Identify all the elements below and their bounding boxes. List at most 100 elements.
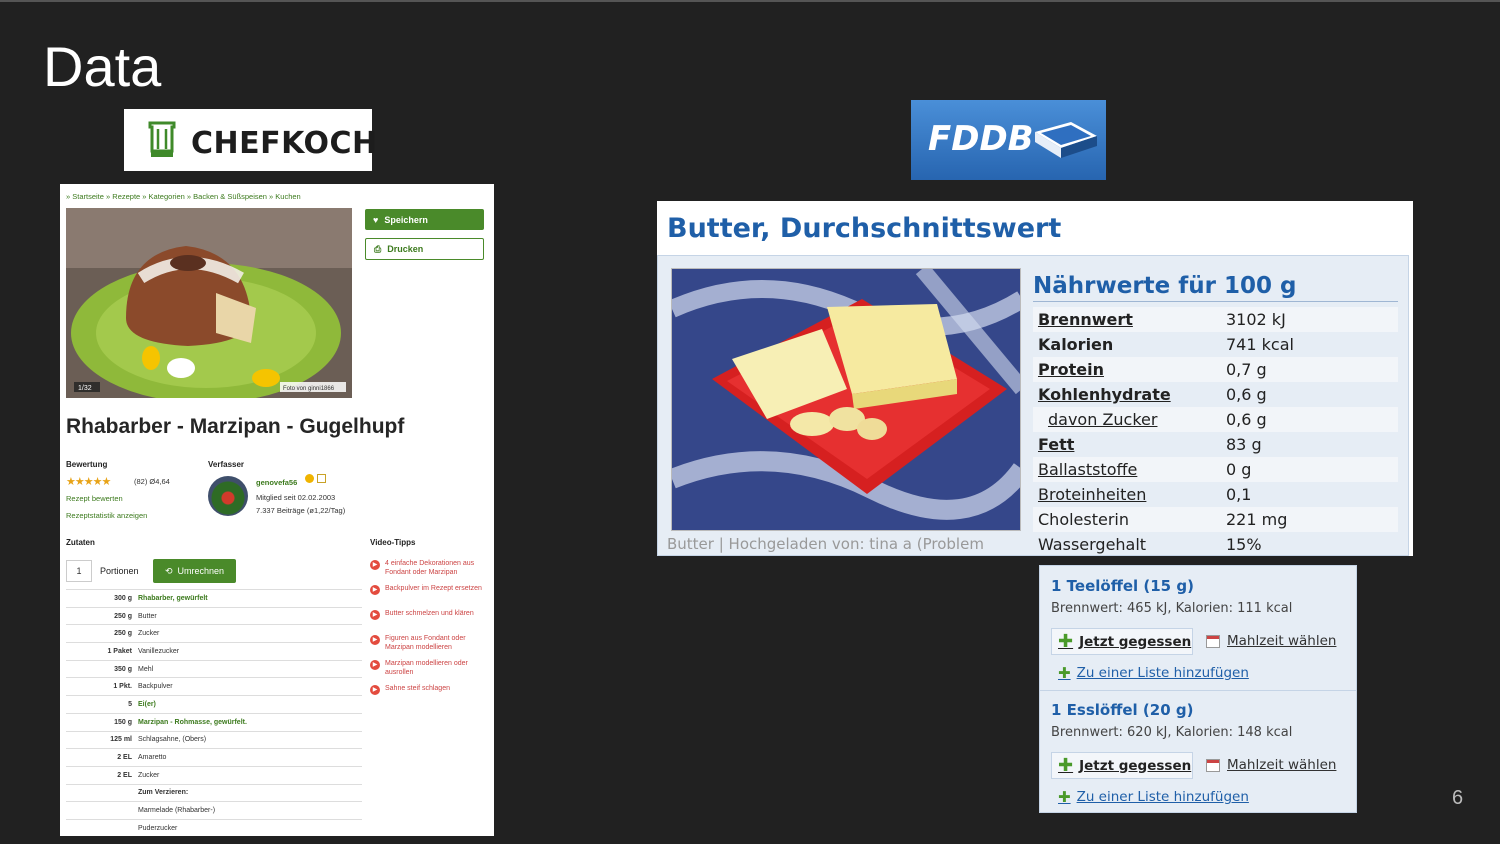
ingredient-name: Zum Verzieren: [138, 783, 362, 802]
photo-caption: Butter | Hochgeladen von: tina a (Proble… [667, 535, 984, 553]
nutrient-row: davon Zucker 0,6 g [1033, 407, 1398, 432]
nutrient-name: Kalorien [1038, 335, 1114, 354]
add-to-list-label: Zu einer Liste hinzufügen [1076, 665, 1249, 681]
video-tip-item[interactable]: ▶ Sahne steif schlagen [370, 684, 494, 709]
play-icon: ▶ [370, 635, 380, 645]
nutrient-row: Broteinheiten 0,1 [1033, 482, 1398, 507]
add-to-list-link[interactable]: ✚ Zu einer Liste hinzufügen [1058, 664, 1249, 682]
recipe-photo[interactable]: 1/32 Foto von ginni1866 [66, 208, 352, 398]
breadcrumb[interactable]: » Startseite » Rezepte » Kategorien » Ba… [66, 192, 301, 201]
fddb-logo-text: FDDB [928, 119, 1034, 159]
video-tip-label: Backpulver im Rezept ersetzen [385, 585, 482, 592]
rate-recipe-link[interactable]: Rezept bewerten [66, 494, 123, 503]
portions-input[interactable]: 1 [66, 560, 92, 582]
avatar[interactable] [208, 476, 248, 516]
ingredient-amount [66, 818, 138, 836]
nutrient-name[interactable]: Kohlenhydrate [1033, 385, 1226, 404]
nutrient-name[interactable]: Broteinheiten [1033, 485, 1226, 504]
video-tip-item[interactable]: ▶ 4 einfache Dekorationen aus Fondant ode… [370, 559, 494, 584]
nutrient-row: Ballaststoffe 0 g [1033, 457, 1398, 482]
calendar-icon [1206, 634, 1220, 648]
table-row: 250 g Zucker [66, 624, 362, 643]
recipe-stats-link[interactable]: Rezeptstatistik anzeigen [66, 511, 147, 520]
portion-divider [1040, 690, 1356, 691]
add-to-list-link[interactable]: ✚ Zu einer Liste hinzufügen [1058, 788, 1249, 806]
nutrient-name[interactable]: Ballaststoffe [1033, 460, 1226, 479]
video-tip-label: Figuren aus Fondant oder Marzipan modell… [385, 635, 466, 651]
ingredient-amount: 150 g [66, 712, 138, 731]
nutrient-name[interactable]: Fett [1033, 435, 1226, 454]
video-tip-item[interactable]: ▶ Figuren aus Fondant oder Marzipan model… [370, 634, 494, 659]
rating-text: (82) Ø4,64 [134, 477, 170, 486]
convert-button[interactable]: ⟲ Umrechnen [153, 559, 236, 583]
ingredient-name[interactable]: Marzipan - Rohmasse, gewürfelt. [138, 712, 362, 731]
ingredient-amount: 5 [66, 695, 138, 714]
nutrition-table: Brennwert 3102 kJ Kalorien 741 kcal Protein 0… [1033, 307, 1398, 556]
portion-values: Brennwert: 620 kJ, Kalorien: 148 kcal [1051, 725, 1293, 740]
slide-number: 6 [1452, 787, 1464, 809]
nutrient-name[interactable]: Brennwert [1033, 310, 1226, 329]
portions-label: Portionen [100, 566, 139, 576]
ingredient-name: Marmelade (Rhabarber-) [138, 801, 362, 820]
ingredient-amount: 300 g [66, 589, 138, 608]
nutrient-value: 3102 kJ [1226, 310, 1286, 329]
nutrient-row: Fett 83 g [1033, 432, 1398, 457]
author-label: Verfasser [208, 460, 245, 469]
nutrient-name: Cholesterin [1038, 510, 1130, 529]
ingredient-amount: 350 g [66, 659, 138, 678]
add-list-icon: ✚ [1058, 788, 1071, 806]
ingredient-name[interactable]: Ei(er) [138, 695, 362, 714]
ingredients-label: Zutaten [66, 538, 95, 547]
choose-meal-link[interactable]: Mahlzeit wählen [1206, 757, 1336, 773]
video-tip-item[interactable]: ▶ Marzipan modellieren oder ausrollen [370, 659, 494, 684]
slide-title: Data [43, 35, 162, 98]
ingredient-amount: 250 g [66, 606, 138, 625]
ingredient-amount: 2 EL [66, 748, 138, 767]
video-tip-item[interactable]: ▶ Backpulver im Rezept ersetzen [370, 584, 494, 609]
author-name[interactable]: genovefa56 [256, 478, 297, 487]
food-photo[interactable] [671, 268, 1021, 531]
photo-credit: Foto von ginni1866 [283, 386, 335, 392]
nutrient-name[interactable]: davon Zucker [1033, 410, 1226, 429]
table-row: 1 Pkt. Backpulver [66, 677, 362, 696]
rating-label: Bewertung [66, 460, 108, 469]
ingredient-name[interactable]: Rhabarber, gewürfelt [138, 589, 362, 608]
refresh-icon: ⟲ [164, 565, 173, 576]
video-tip-item[interactable]: ▶ Butter schmelzen und klären [370, 609, 494, 634]
table-row: Zum Verzieren: [66, 783, 362, 802]
eaten-now-label: Jetzt gegessen [1079, 757, 1192, 774]
save-button[interactable]: ♥ Speichern [365, 209, 484, 230]
choose-meal-label: Mahlzeit wählen [1227, 757, 1337, 773]
chefkoch-recipe-page: » Startseite » Rezepte » Kategorien » Ba… [60, 184, 494, 836]
print-button[interactable]: ⎙ Drucken [365, 238, 484, 260]
table-row: 1 Paket Vanillezucker [66, 642, 362, 661]
table-row: 350 g Mehl [66, 659, 362, 678]
table-row: 125 ml Schlagsahne, (Obers) [66, 730, 362, 749]
table-row: 2 EL Zucker [66, 765, 362, 785]
choose-meal-label: Mahlzeit wählen [1227, 633, 1337, 649]
post-count: 7.337 Beiträge (ø1,22/Tag) [256, 506, 346, 515]
ingredient-amount: 250 g [66, 624, 138, 643]
photo-counter: 1/32 [78, 385, 92, 392]
eaten-now-button[interactable]: ✚ Jetzt gegessen [1051, 628, 1193, 655]
eaten-now-button[interactable]: ✚ Jetzt gegessen [1051, 752, 1193, 779]
badge-icon [305, 474, 314, 483]
choose-meal-link[interactable]: Mahlzeit wählen [1206, 633, 1336, 649]
table-row: 300 g Rhabarber, gewürfelt [66, 589, 362, 608]
ingredient-name: Mehl [138, 659, 362, 678]
nutrient-value: 221 mg [1226, 510, 1288, 529]
nutrient-row: Cholesterin 221 mg [1033, 507, 1398, 532]
heart-icon: ♥ [373, 214, 379, 225]
video-tip-label: Marzipan modellieren oder ausrollen [385, 660, 468, 676]
plus-icon: ✚ [1058, 755, 1074, 776]
video-tip-label: 4 einfache Dekorationen aus Fondant oder… [385, 560, 475, 576]
video-tip-label: Butter schmelzen und klären [385, 610, 474, 617]
portion-heading: 1 Esslöffel (20 g) [1051, 701, 1194, 719]
table-row: Puderzucker [66, 818, 362, 836]
fddb-logo: FDDB [911, 100, 1106, 180]
fddb-food-page: Butter, Durchschnittswert Butter | Hochg… [657, 201, 1413, 556]
nutrient-row: Kohlenhydrate 0,6 g [1033, 382, 1398, 407]
nutrient-name[interactable]: Protein [1033, 360, 1226, 379]
nutrition-heading: Nährwerte für 100 g [1033, 273, 1297, 299]
rating-stars[interactable]: ★★★★★ [66, 475, 111, 488]
